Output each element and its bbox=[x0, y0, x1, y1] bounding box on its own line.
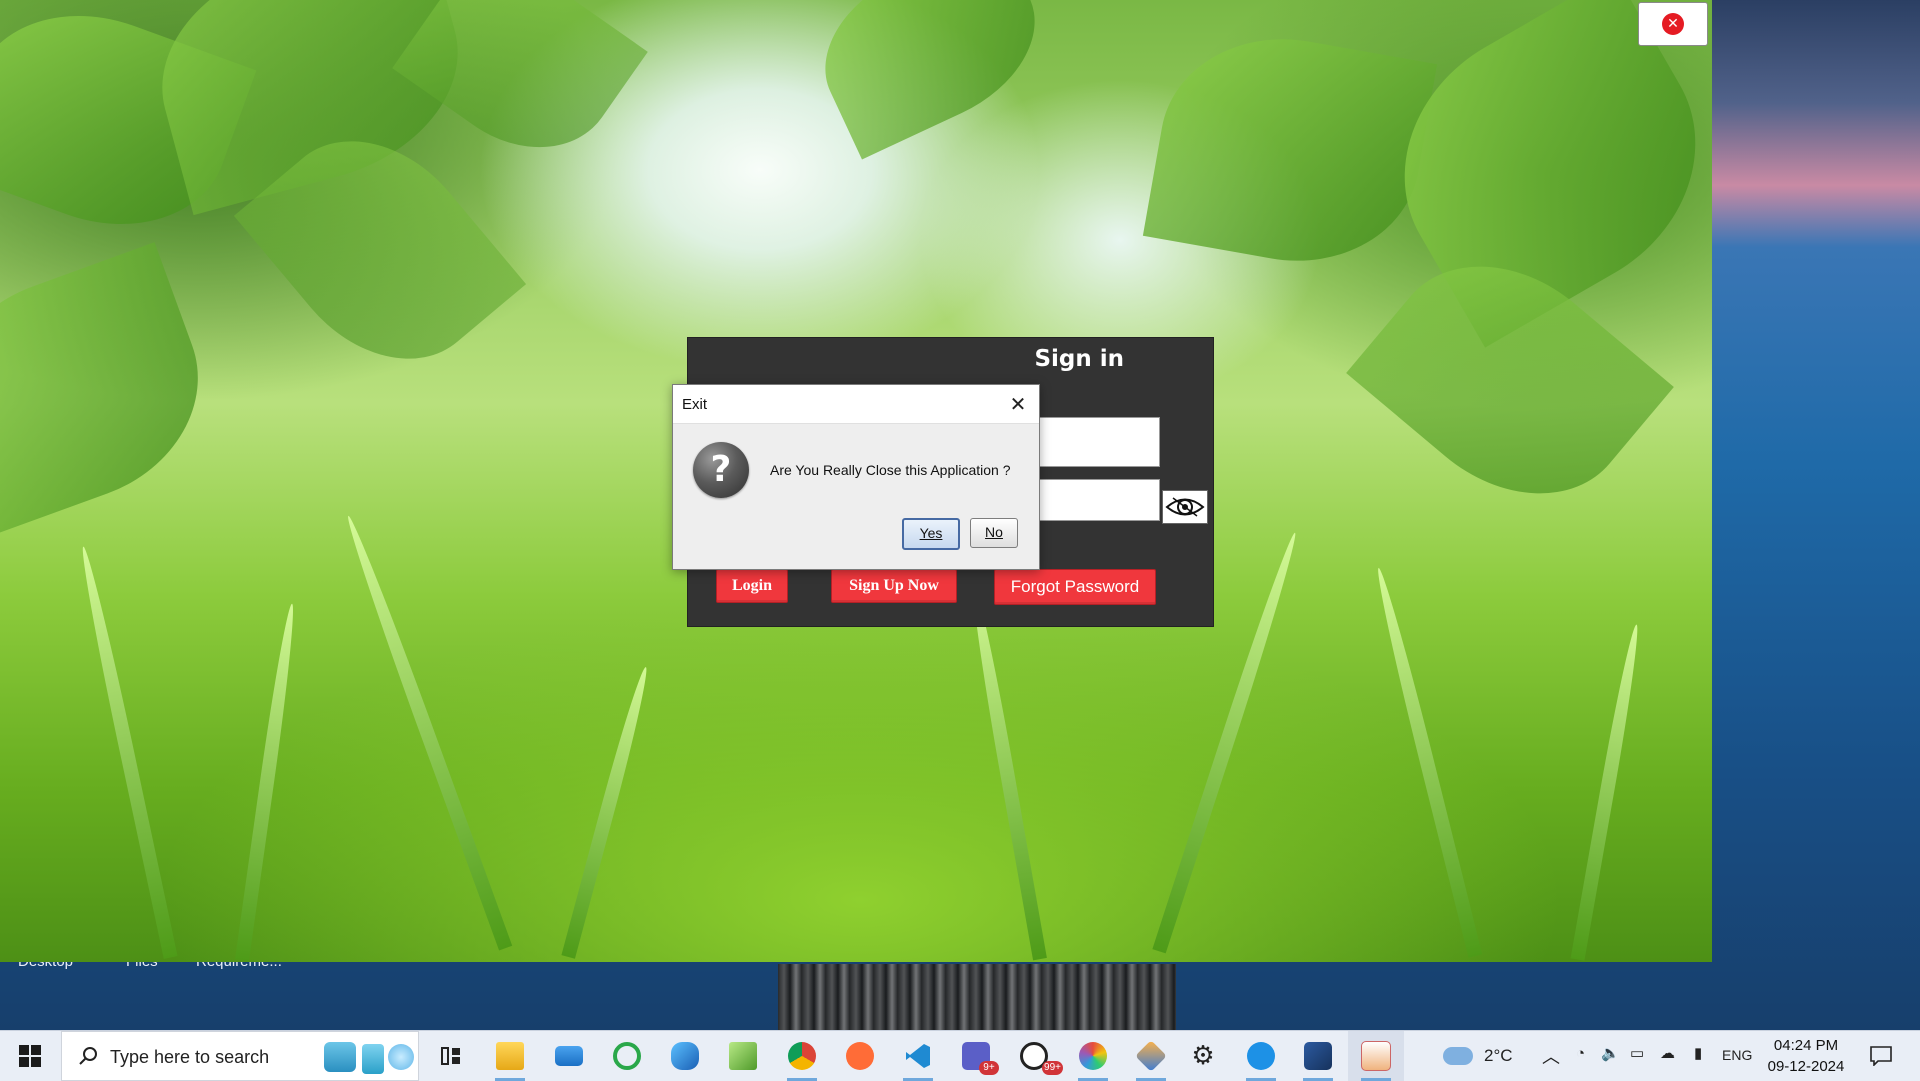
refresh-icon bbox=[613, 1042, 641, 1070]
language-indicator[interactable]: ENG bbox=[1722, 1047, 1752, 1063]
taskbar-notepad[interactable] bbox=[724, 1037, 762, 1075]
taskbar: Type here to search 9+ 99+ ⚙ 2°C ︿ ◔ 🔈 ▭… bbox=[0, 1030, 1920, 1081]
task-view-button[interactable] bbox=[432, 1037, 470, 1075]
taskbar-green-circle-app[interactable] bbox=[608, 1037, 646, 1075]
taskbar-java[interactable] bbox=[1357, 1037, 1395, 1081]
dialog-title-bar[interactable]: Exit ✕ bbox=[673, 385, 1039, 424]
java-icon bbox=[1361, 1041, 1391, 1071]
folder-icon bbox=[496, 1042, 524, 1070]
eclipse-icon bbox=[1304, 1042, 1332, 1070]
volume-icon[interactable]: 🔈 bbox=[1601, 1044, 1620, 1062]
taskbar-teams[interactable]: 9+ bbox=[957, 1037, 999, 1075]
taskbar-vscode[interactable] bbox=[899, 1037, 937, 1081]
taskbar-docker[interactable] bbox=[1242, 1037, 1280, 1081]
weather-widget[interactable] bbox=[1440, 1037, 1476, 1075]
grass-decoration bbox=[967, 583, 1047, 961]
grass-decoration bbox=[561, 665, 653, 959]
vscode-icon bbox=[906, 1044, 930, 1068]
dialog-message: Are You Really Close this Application ? bbox=[770, 462, 1011, 478]
grass-decoration bbox=[76, 545, 178, 959]
grass-decoration bbox=[1371, 566, 1483, 958]
leaf-decoration bbox=[392, 0, 648, 183]
question-icon: ? bbox=[693, 442, 749, 498]
login-button[interactable]: Login bbox=[716, 569, 788, 603]
dialog-close-button[interactable]: ✕ bbox=[1007, 393, 1029, 415]
taskbar-settings[interactable]: ⚙ bbox=[1184, 1037, 1222, 1075]
notification-icon bbox=[1870, 1046, 1892, 1066]
teams-badge: 9+ bbox=[979, 1061, 999, 1075]
search-highlight-icon bbox=[324, 1042, 356, 1072]
cube-icon bbox=[1135, 1040, 1167, 1072]
taskbar-mail[interactable] bbox=[550, 1037, 588, 1075]
microphone-icon[interactable]: ▮ bbox=[1694, 1044, 1702, 1062]
grass-decoration bbox=[341, 513, 513, 951]
whatsapp-badge: 99+ bbox=[1042, 1061, 1063, 1075]
clock-time[interactable]: 04:24 PM bbox=[1772, 1037, 1840, 1054]
no-button[interactable]: No bbox=[970, 518, 1018, 548]
grass-decoration bbox=[235, 602, 299, 962]
wifi-icon[interactable]: ◔ bbox=[1576, 1045, 1585, 1062]
postman-icon bbox=[846, 1042, 874, 1070]
browser-icon bbox=[671, 1042, 699, 1070]
chevron-up-icon[interactable]: ︿ bbox=[1542, 1043, 1560, 1069]
search-icon bbox=[79, 1047, 97, 1065]
username-field[interactable] bbox=[1038, 417, 1160, 467]
snowflake-icon bbox=[388, 1044, 414, 1070]
signin-title: Sign in bbox=[1034, 346, 1124, 372]
eye-icon bbox=[1165, 497, 1205, 517]
close-icon: ✕ bbox=[1009, 392, 1027, 416]
docker-icon bbox=[1247, 1042, 1275, 1070]
forgot-password-button[interactable]: Forgot Password bbox=[994, 569, 1156, 605]
grass-decoration bbox=[1570, 623, 1644, 961]
paint-icon bbox=[1079, 1042, 1107, 1070]
clock-date[interactable]: 09-12-2024 bbox=[1762, 1058, 1850, 1075]
password-field[interactable] bbox=[1038, 479, 1160, 521]
taskbar-cube-app[interactable] bbox=[1132, 1037, 1170, 1081]
start-button[interactable] bbox=[0, 1031, 60, 1081]
windows-icon bbox=[19, 1045, 41, 1067]
gear-icon: ⚙ bbox=[1191, 1041, 1215, 1071]
taskbar-paint[interactable] bbox=[1074, 1037, 1112, 1081]
leaf-decoration bbox=[798, 0, 1062, 160]
exit-dialog: Exit ✕ ? Are You Really Close this Appli… bbox=[672, 384, 1040, 570]
taskbar-browser-app[interactable] bbox=[666, 1037, 704, 1075]
close-icon: ✕ bbox=[1662, 13, 1684, 35]
app-window: ✕ Sign in Login Sign Up Now Forgot Passw… bbox=[0, 0, 1712, 962]
onedrive-icon[interactable]: ☁ bbox=[1660, 1044, 1675, 1062]
taskbar-search[interactable]: Type here to search bbox=[61, 1031, 419, 1081]
task-view-icon bbox=[441, 1047, 460, 1065]
signup-button[interactable]: Sign Up Now bbox=[831, 569, 957, 603]
yes-button[interactable]: Yes bbox=[902, 518, 960, 550]
cloud-icon bbox=[1443, 1047, 1473, 1065]
taskbar-file-explorer[interactable] bbox=[491, 1037, 529, 1081]
taskbar-eclipse[interactable] bbox=[1299, 1037, 1337, 1081]
app-close-button[interactable]: ✕ bbox=[1638, 2, 1708, 46]
chrome-icon bbox=[788, 1042, 816, 1070]
search-highlight-icon bbox=[362, 1044, 384, 1074]
leaf-decoration bbox=[1142, 19, 1438, 281]
battery-icon[interactable]: ▭ bbox=[1630, 1044, 1644, 1062]
wallpaper-wood-detail bbox=[778, 964, 1176, 1030]
taskbar-chrome[interactable] bbox=[783, 1037, 821, 1081]
show-password-button[interactable] bbox=[1162, 490, 1208, 524]
dialog-title: Exit bbox=[682, 396, 708, 413]
notifications-button[interactable] bbox=[1862, 1037, 1900, 1075]
leaf-decoration bbox=[0, 242, 230, 538]
notepad-icon bbox=[729, 1042, 757, 1070]
weather-temp[interactable]: 2°C bbox=[1484, 1046, 1513, 1066]
taskbar-postman[interactable] bbox=[841, 1037, 879, 1075]
taskbar-whatsapp[interactable]: 99+ bbox=[1015, 1037, 1063, 1075]
mail-icon bbox=[555, 1046, 583, 1066]
search-placeholder: Type here to search bbox=[110, 1047, 270, 1067]
